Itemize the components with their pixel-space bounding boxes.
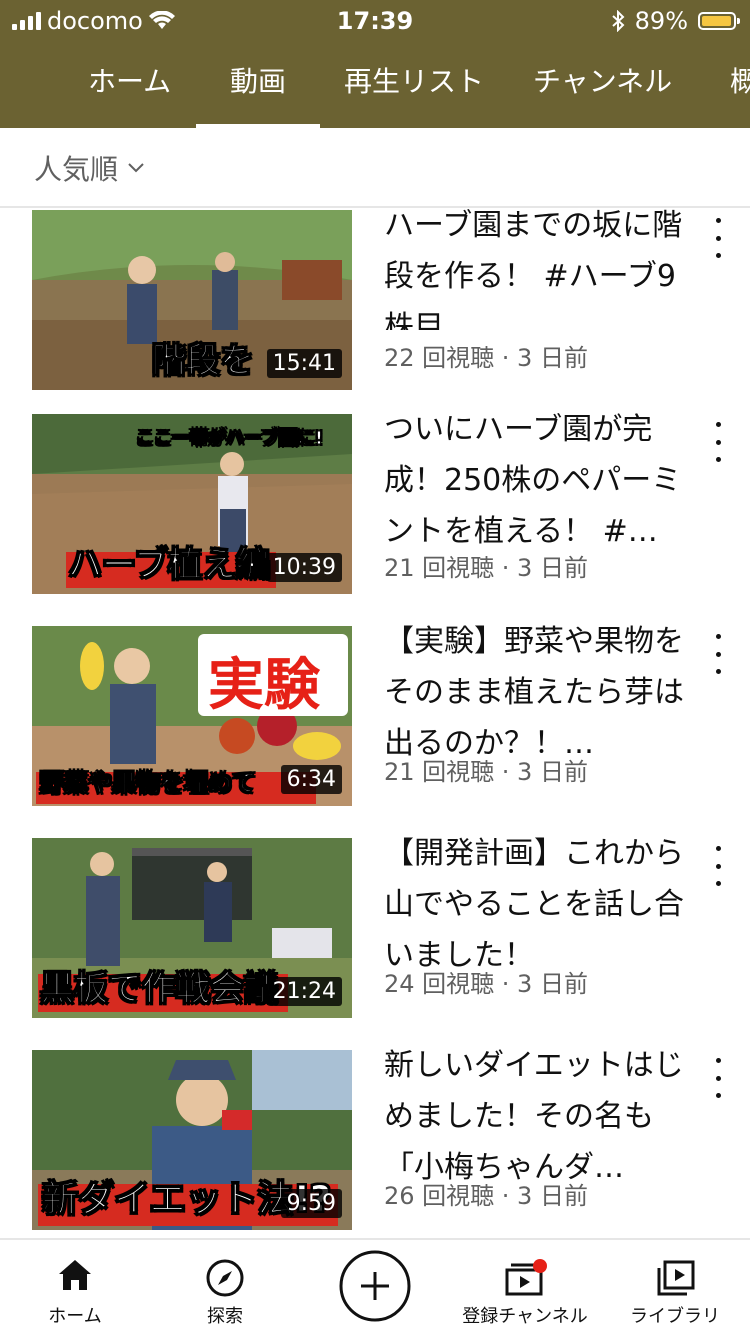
library-icon	[657, 1260, 695, 1296]
video-item[interactable]: 新ダイエット法!? 9:59 新しいダイエットはじめました！その名も「小梅ちゃん…	[0, 1048, 750, 1232]
video-item[interactable]: 実験 野菜や果物を埋めて 6:34 【実験】野菜や果物をそのまま植えたら芽は出る…	[0, 624, 750, 808]
video-thumbnail[interactable]: 黒板で作戦会議 21:24	[32, 838, 352, 1018]
video-title[interactable]: 新しいダイエットはじめました！その名も「小梅ちゃんダ…	[384, 1040, 694, 1190]
thumbnail-headline: 実験	[208, 653, 320, 718]
more-options-icon[interactable]	[708, 218, 728, 258]
video-item[interactable]: ここ一帯がハーブ園に! ハーブ植え編 10:39 ついにハーブ園が完成！250株…	[0, 412, 750, 596]
video-meta: 21 回視聴 · 3 日前	[384, 758, 588, 786]
nav-create[interactable]	[300, 1240, 450, 1336]
nav-label: 探索	[207, 1306, 243, 1327]
tab-home[interactable]: ホーム	[88, 40, 171, 128]
tab-channels[interactable]: チャンネル	[533, 40, 672, 128]
more-options-icon[interactable]	[708, 634, 728, 674]
video-duration: 6:34	[280, 765, 342, 794]
video-item[interactable]: 階段を 15:41 ハーブ園までの坂に階段を作る！ #ハーブ9株目 22 回視聴…	[0, 208, 750, 392]
status-bar: docomo 17:39 89%	[0, 0, 750, 40]
video-duration: 10:39	[266, 553, 342, 582]
video-thumbnail[interactable]: 実験 野菜や果物を埋めて 6:34	[32, 626, 352, 806]
video-list: 階段を 15:41 ハーブ園までの坂に階段を作る！ #ハーブ9株目 22 回視聴…	[0, 208, 750, 1238]
video-thumbnail[interactable]: ここ一帯がハーブ園に! ハーブ植え編 10:39	[32, 414, 352, 594]
channel-tab-bar: ホーム 動画 再生リスト チャンネル 概	[0, 40, 750, 128]
nav-label: ライブラリ	[630, 1306, 720, 1327]
video-title[interactable]: 【実験】野菜や果物をそのまま植えたら芽は出るのか？！…	[384, 616, 694, 766]
video-title[interactable]: ハーブ園までの坂に階段を作る！ #ハーブ9株目	[384, 208, 694, 330]
tab-videos[interactable]: 動画	[195, 40, 321, 128]
battery-icon	[698, 12, 740, 30]
thumbnail-overlay-text: 階段を	[152, 341, 255, 382]
thumbnail-caption: ここ一帯がハーブ園に!	[135, 428, 324, 450]
battery-percent: 89%	[634, 7, 688, 35]
sort-dropdown[interactable]: 人気順	[34, 148, 144, 188]
video-thumbnail[interactable]: 階段を 15:41	[32, 210, 352, 390]
status-right: 89%	[611, 7, 740, 35]
video-duration: 9:59	[280, 1189, 342, 1218]
more-options-icon[interactable]	[708, 422, 728, 462]
nav-explore[interactable]: 探索	[150, 1240, 300, 1336]
subscriptions-icon	[505, 1259, 547, 1296]
video-title[interactable]: 【開発計画】これから山でやることを話し合いました！	[384, 828, 694, 978]
video-item[interactable]: 黒板で作戦会議 21:24 【開発計画】これから山でやることを話し合いました！ …	[0, 836, 750, 1020]
video-meta: 24 回視聴 · 3 日前	[384, 970, 588, 998]
nav-home[interactable]: ホーム	[0, 1240, 150, 1336]
video-meta: 22 回視聴 · 3 日前	[384, 344, 588, 372]
nav-subscriptions[interactable]: 登録チャンネル	[450, 1240, 600, 1336]
video-title[interactable]: ついにハーブ園が完成！250株のペパーミントを植える！ #…	[384, 404, 694, 554]
nav-label: 登録チャンネル	[462, 1306, 588, 1327]
home-icon	[59, 1260, 91, 1290]
more-options-icon[interactable]	[708, 1058, 728, 1098]
add-icon	[339, 1250, 411, 1322]
bottom-navigation: ホーム 探索 登録チャンネル ライブラリ	[0, 1238, 750, 1334]
bluetooth-icon	[611, 10, 625, 32]
video-thumbnail[interactable]: 新ダイエット法!? 9:59	[32, 1050, 352, 1230]
nav-library[interactable]: ライブラリ	[600, 1240, 750, 1336]
sort-label: 人気順	[34, 153, 119, 186]
video-duration: 21:24	[266, 977, 342, 1006]
thumbnail-overlay-text: 野菜や果物を埋めて	[40, 769, 257, 798]
video-meta: 21 回視聴 · 3 日前	[384, 554, 588, 582]
video-meta: 26 回視聴 · 3 日前	[384, 1182, 588, 1210]
tab-about[interactable]: 概	[730, 40, 750, 128]
video-duration: 15:41	[266, 349, 342, 378]
more-options-icon[interactable]	[708, 846, 728, 886]
tab-playlists[interactable]: 再生リスト	[344, 40, 484, 128]
thumbnail-overlay-text: 黒板で作戦会議	[40, 969, 279, 1010]
sort-bar: 人気順	[0, 128, 750, 208]
thumbnail-overlay-text: ハーブ植え編	[68, 545, 271, 586]
compass-icon	[206, 1259, 244, 1297]
nav-label: ホーム	[48, 1306, 102, 1327]
chevron-down-icon	[128, 163, 144, 173]
